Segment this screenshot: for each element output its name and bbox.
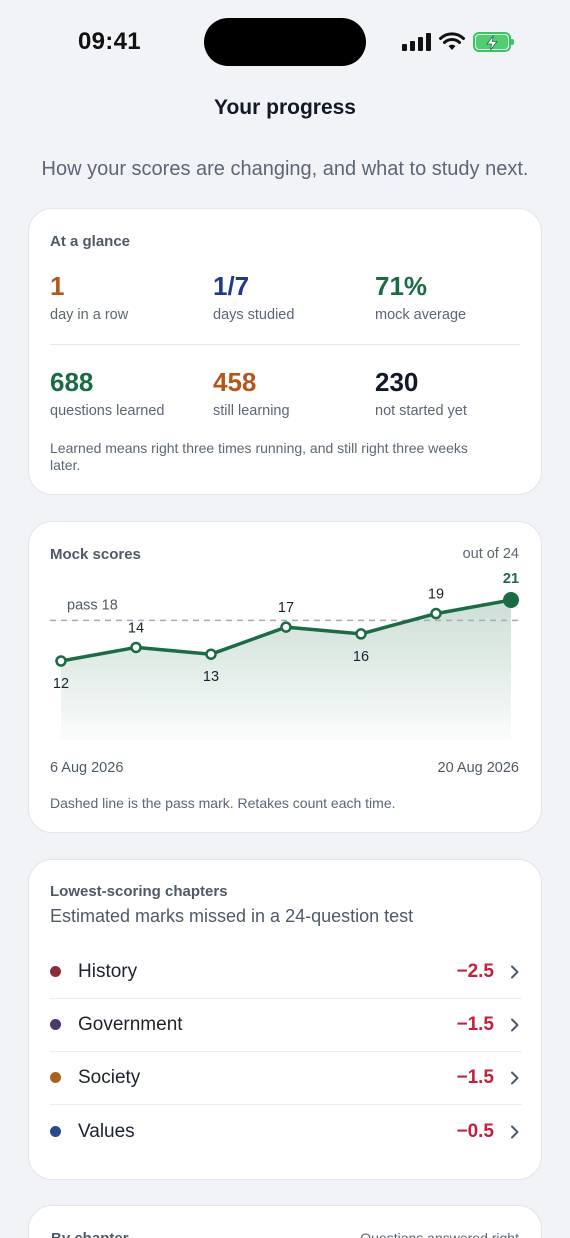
chapters-label: Lowest-scoring chapters [50,883,228,900]
chapter-row-society[interactable]: Society −1.5 [50,1051,522,1104]
stat-still-learning: 458 still learning [213,367,373,419]
chapter-row-history[interactable]: History −2.5 [50,945,522,998]
score-label: 14 [128,620,144,636]
chapter-name: Society [78,1066,141,1088]
status-bar: 09:41 [0,0,570,84]
glance-note: Learned means right three times running,… [50,440,468,473]
score-point [503,592,519,608]
mock-note: Dashed line is the pass mark. Retakes co… [50,795,396,811]
score-label: 12 [53,676,69,692]
chapter-color-dot [50,1126,61,1137]
by-chapter-card: By chapter Questions answered right [28,1205,542,1238]
chapter-row-government[interactable]: Government −1.5 [50,998,522,1051]
battery-charging-icon [473,32,514,52]
stat-label: days studied [213,307,295,323]
chapter-name: Values [78,1120,135,1142]
stat-value: 458 [213,367,257,397]
status-icons [402,30,514,54]
stat-learned: 688 questions learned [50,367,210,419]
chapter-missed-value: −1.5 [456,1013,494,1035]
chapter-name: Government [78,1013,183,1035]
score-point [130,641,142,654]
stat-days-studied: 1/7 days studied [213,271,373,323]
chevron-right-icon [511,965,519,978]
chapter-color-dot [50,966,61,977]
glance-label: At a glance [50,233,131,250]
stat-label: mock average [375,307,467,323]
by-chapter-label: By chapter [51,1230,129,1238]
stat-label: questions learned [50,403,165,419]
score-label: 21 [503,571,519,587]
chevron-right-icon [511,1071,519,1084]
chapter-name: History [78,960,138,982]
at-a-glance-card: At a glance 1 day in a row 1/7 days stud… [28,208,542,495]
score-point [205,648,217,660]
chevron-right-icon [511,1018,519,1031]
stat-not-started: 230 not started yet [375,367,535,419]
mock-scores-card: Mock scores out of 24 pass 18 12 14 13 17 16 1… [28,521,542,833]
stat-streak: 1 day in a row [50,271,210,323]
score-point [280,621,292,633]
score-label: 13 [203,669,219,685]
chapter-missed-value: −1.5 [456,1066,494,1088]
chapter-missed-value: −0.5 [456,1120,494,1142]
chapter-color-dot [50,1019,61,1030]
mock-scores-chart: pass 18 12 14 13 17 16 19 21 [50,571,521,740]
stat-value: 1 [50,271,65,301]
pass-mark-label: pass 18 [67,597,118,613]
stat-label: day in a row [50,307,129,323]
score-point [55,655,67,667]
score-point [355,628,367,640]
stat-value: 230 [375,367,419,397]
stat-mock-average: 71% mock average [375,271,535,323]
dynamic-island [204,18,366,66]
chapter-color-dot [50,1072,61,1083]
stat-value: 1/7 [213,271,250,301]
status-time: 09:41 [78,28,141,55]
cellular-signal-icon [402,33,431,51]
wifi-icon [439,32,465,50]
divider [50,344,520,345]
chapter-missed-value: −2.5 [456,960,494,982]
chapters-description: Estimated marks missed in a 24-question … [50,906,414,926]
x-axis-start-label: 6 Aug 2026 [50,760,124,776]
chevron-right-icon [511,1125,519,1138]
page-title: Your progress [214,96,356,119]
score-point [430,607,442,620]
by-chapter-right-label: Questions answered right [360,1230,519,1238]
stat-value: 688 [50,367,94,397]
x-axis-end-label: 20 Aug 2026 [437,760,519,776]
score-label: 16 [353,649,369,665]
page-subtitle: How your scores are changing, and what t… [41,158,529,180]
score-label: 17 [278,600,294,616]
chapter-row-values[interactable]: Values −0.5 [50,1105,522,1158]
lowest-chapters-card: Lowest-scoring chapters Estimated marks … [28,859,542,1180]
score-label: 19 [428,587,444,603]
stat-label: not started yet [375,403,467,419]
stat-value: 71% [375,271,428,301]
stat-label: still learning [213,403,290,419]
